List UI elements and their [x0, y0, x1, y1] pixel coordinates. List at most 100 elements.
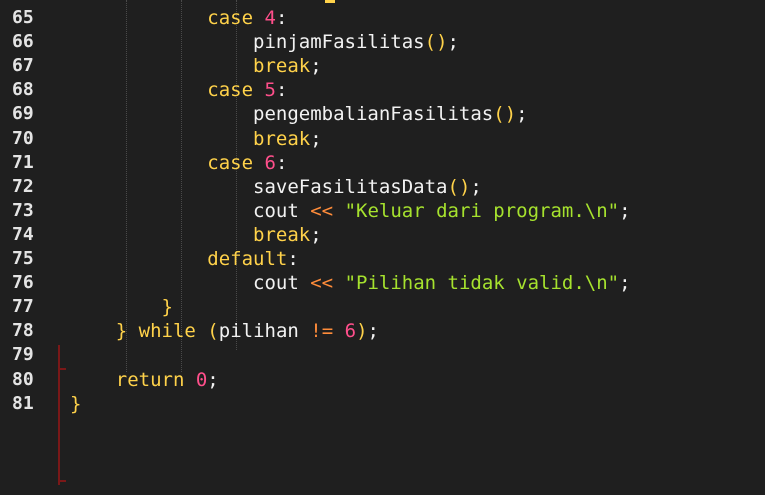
code-token: << [310, 272, 334, 295]
code-token: ; [310, 55, 322, 78]
code-token: : [275, 151, 288, 174]
line-number: 73 [12, 199, 34, 221]
line-number: 77 [12, 296, 34, 318]
code-token: ; [447, 31, 459, 54]
code-token: while [138, 320, 208, 343]
code-token: } [161, 296, 173, 319]
code-line[interactable]: cout << "Keluar dari program.\n"; [70, 199, 631, 223]
code-token: ; [310, 223, 322, 246]
code-token: : [287, 248, 299, 270]
code-token: () [424, 31, 448, 54]
line-number: 67 [12, 55, 34, 77]
code-token: case [207, 7, 265, 29]
code-token: ; [207, 368, 219, 391]
code-token: 6 [344, 320, 357, 343]
code-token: ; [619, 272, 631, 295]
previous-line-fragment [325, 0, 335, 3]
fold-marker-line [58, 345, 60, 485]
fold-marker-tick [58, 368, 66, 370]
code-line[interactable]: case 6: [70, 151, 287, 175]
code-line[interactable]: default: [70, 247, 299, 271]
code-token: << [310, 199, 334, 222]
line-number: 68 [12, 79, 34, 101]
code-token: pilihan [218, 320, 311, 343]
line-number: 75 [12, 248, 34, 269]
line-number: 70 [12, 127, 34, 149]
code-token: break [253, 223, 311, 246]
line-number: 78 [12, 320, 34, 342]
code-token: ) [356, 320, 368, 343]
code-token: pengembalianFasilitas [253, 103, 494, 126]
code-line[interactable]: return 0; [70, 368, 219, 392]
code-token: ; [470, 175, 482, 198]
code-token: 6 [264, 151, 276, 174]
line-number: 71 [12, 151, 34, 173]
code-line[interactable]: pengembalianFasilitas(); [70, 102, 528, 126]
code-token: cout [253, 272, 311, 295]
code-line[interactable]: saveFasilitasData(); [70, 175, 482, 199]
code-token: 4 [264, 7, 276, 29]
code-editor[interactable]: 65 66 67 68 69 70 71 72 73 74 75 76 77 78 79 80 81 case … [0, 0, 765, 495]
code-token: } [115, 320, 139, 343]
line-number: 66 [12, 31, 34, 53]
code-line[interactable]: break; [70, 223, 322, 247]
line-number: 69 [12, 103, 34, 125]
code-line[interactable]: pinjamFasilitas(); [70, 30, 459, 54]
code-token: ; [516, 103, 528, 126]
line-number: 65 [12, 7, 34, 28]
line-number: 76 [12, 272, 34, 294]
line-number: 80 [12, 368, 34, 390]
code-token: break [253, 55, 311, 78]
code-line[interactable]: } [70, 392, 81, 416]
code-token: cout [253, 199, 311, 222]
code-token: ; [367, 320, 379, 343]
code-token: ( [207, 320, 219, 343]
code-token: 0 [195, 368, 208, 391]
line-number: 72 [12, 175, 34, 197]
code-token: () [447, 175, 471, 198]
code-line[interactable]: } [70, 295, 173, 319]
code-token: default [207, 248, 288, 270]
code-token: () [493, 103, 517, 126]
code-line[interactable]: } while (pilihan != 6); [70, 319, 379, 343]
code-line[interactable]: break; [70, 54, 322, 78]
code-token: "Pilihan tidak valid.\n" [344, 272, 620, 295]
code-token: : [275, 79, 288, 102]
code-token: 5 [264, 79, 276, 102]
code-token: "Keluar dari program.\n" [344, 199, 620, 222]
code-token: break [253, 127, 311, 150]
code-line[interactable]: cout << "Pilihan tidak valid.\n"; [70, 271, 631, 295]
code-token: return [115, 368, 196, 391]
line-number-gutter: 65 66 67 68 69 70 71 72 73 74 75 76 77 78 79 80 81 [0, 0, 52, 495]
fold-marker-tick [58, 480, 66, 482]
code-token: ; [619, 199, 631, 222]
code-line[interactable]: case 5: [70, 78, 287, 102]
line-number: 74 [12, 223, 34, 245]
code-token: pinjamFasilitas [253, 31, 425, 54]
line-number: 79 [12, 344, 34, 366]
code-token: } [70, 392, 82, 415]
code-line[interactable]: break; [70, 127, 322, 151]
code-line[interactable]: case 4: [70, 6, 287, 30]
code-token: saveFasilitasData [253, 175, 448, 198]
code-token: != [310, 320, 334, 343]
code-token: ; [310, 127, 322, 150]
code-token: case [207, 151, 265, 174]
